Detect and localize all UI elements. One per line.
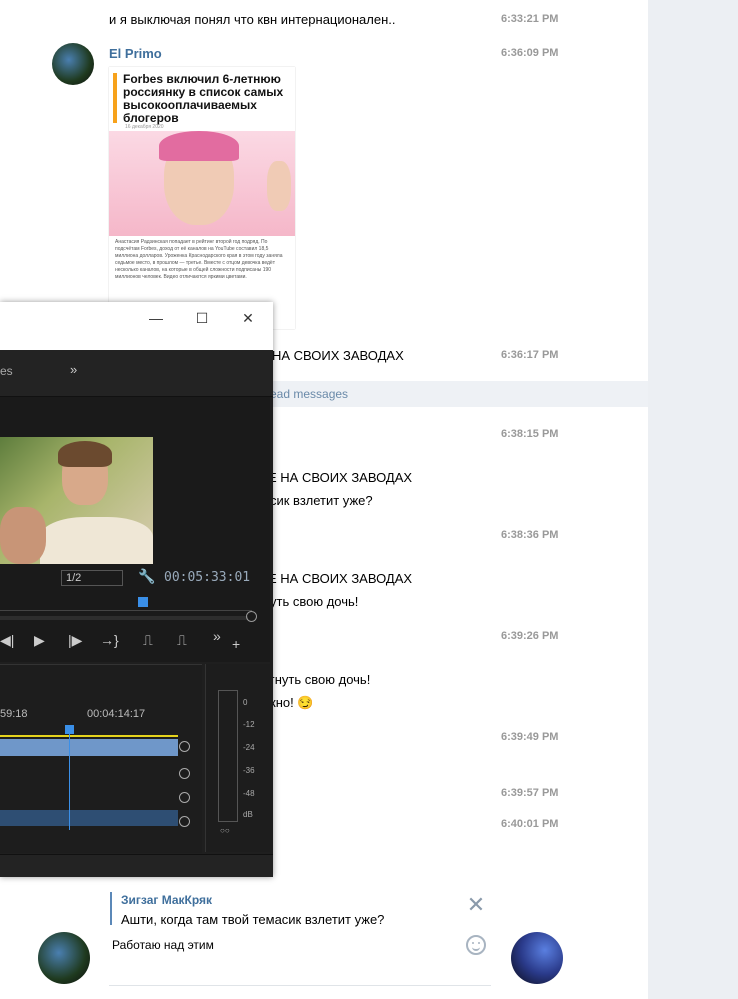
- side-panel: [648, 0, 738, 999]
- work-area-bar[interactable]: [0, 735, 178, 737]
- unread-label: ead messages: [270, 387, 349, 401]
- message-time: 6:39:26 PM: [501, 630, 559, 642]
- cancel-reply-icon[interactable]: ✕: [466, 894, 486, 916]
- sender-name[interactable]: El Primo: [109, 46, 162, 61]
- play-icon[interactable]: ▶: [34, 632, 45, 649]
- timecode: 00:05:33:01: [164, 570, 251, 585]
- db-label: dB: [243, 810, 253, 819]
- db-label: -48: [243, 789, 255, 798]
- scroll-handle[interactable]: [246, 611, 257, 622]
- add-button-icon[interactable]: +: [232, 636, 240, 652]
- message-time: 6:39:57 PM: [501, 787, 559, 799]
- video-frame: [0, 437, 153, 564]
- card-body: Анастасия Радзинская попадает в рейтинг …: [115, 239, 283, 280]
- step-back-icon[interactable]: ◀|: [0, 632, 14, 649]
- message-time: 6:40:01 PM: [501, 818, 559, 830]
- my-avatar[interactable]: [38, 932, 90, 984]
- input-underline: [109, 985, 491, 986]
- audio-meter: [218, 690, 238, 822]
- maximize-icon[interactable]: ☐: [192, 308, 212, 328]
- smirk-emoji-icon: 😏: [297, 695, 314, 710]
- accent-bar: [113, 73, 117, 123]
- message-text-part: кно!: [270, 695, 294, 710]
- message-time: 6:36:09 PM: [501, 47, 559, 59]
- timeline-time: 00:04:14:17: [87, 708, 146, 720]
- track-knob[interactable]: [179, 792, 190, 803]
- audio-clip[interactable]: [0, 810, 178, 826]
- zoom-scrollbar[interactable]: [0, 616, 248, 620]
- db-label: 0: [243, 698, 248, 707]
- lift-icon[interactable]: ⎍: [143, 632, 153, 649]
- playhead-icon[interactable]: [138, 597, 148, 607]
- zoom-select[interactable]: 1/2: [61, 570, 123, 586]
- message-text: уть свою дочь!: [270, 594, 359, 609]
- program-monitor: [0, 397, 270, 662]
- step-forward-icon[interactable]: |▶: [68, 632, 82, 649]
- message-text: сик взлетит уже?: [270, 493, 373, 508]
- message-text: кно! 😏: [270, 695, 314, 711]
- message-text: Е НА СВОИХ ЗАВОДАХ: [268, 470, 413, 485]
- tab-label[interactable]: es: [0, 364, 13, 378]
- db-label: -12: [243, 720, 255, 729]
- message-text: Е НА СВОИХ ЗАВОДАХ: [268, 571, 413, 586]
- message-text: гнуть свою дочь!: [270, 672, 371, 687]
- message-text: и я выключая понял что квн интернационал…: [109, 12, 396, 27]
- video-editor-window[interactable]: — ☐ ✕ es » 1/2 🔧 00:05:33:01 ◀| ▶ |▶ →} …: [0, 302, 273, 877]
- peer-avatar[interactable]: [511, 932, 563, 984]
- card-headline: Forbes включил 6-летнюю россиянку в спис…: [123, 72, 284, 125]
- emoji-icon[interactable]: [466, 935, 486, 955]
- message-time: 6:38:36 PM: [501, 529, 559, 541]
- timeline-time: 59:18: [0, 708, 28, 720]
- card-photo: [109, 131, 295, 236]
- video-clip[interactable]: [0, 739, 178, 756]
- message-time: 6:33:21 PM: [501, 13, 559, 25]
- forwarded-image[interactable]: Forbes включил 6-летнюю россиянку в спис…: [109, 67, 295, 329]
- settings-wrench-icon[interactable]: 🔧: [138, 568, 155, 585]
- reply-preview: Ашти, когда там твой темасик взлетит уже…: [121, 912, 385, 927]
- window-titlebar[interactable]: — ☐ ✕: [0, 302, 273, 350]
- reply-sender: Зигзаг МакКряк: [121, 893, 213, 907]
- timeline-playhead-line: [69, 730, 70, 830]
- track-knob[interactable]: [179, 816, 190, 827]
- card-date: 16 декабря 2020: [125, 124, 164, 130]
- message-time: 6:38:15 PM: [501, 428, 559, 440]
- minimize-icon[interactable]: —: [146, 308, 166, 328]
- go-to-out-icon[interactable]: →}: [100, 632, 119, 648]
- message-input[interactable]: Работаю над этим: [112, 938, 214, 952]
- more-tabs-icon[interactable]: »: [70, 362, 77, 377]
- reply-accent: [110, 892, 112, 925]
- message-time: 6:39:49 PM: [501, 731, 559, 743]
- message-time: 6:36:17 PM: [501, 349, 559, 361]
- message-text: НА СВОИХ ЗАВОДАХ: [272, 348, 404, 363]
- avatar[interactable]: [52, 43, 94, 85]
- meter-solo-icons[interactable]: ○○: [220, 826, 230, 835]
- track-knob[interactable]: [179, 768, 190, 779]
- db-label: -36: [243, 766, 255, 775]
- track-knob[interactable]: [179, 741, 190, 752]
- panel-tabs: es »: [0, 350, 273, 397]
- editor-footer: [0, 854, 273, 877]
- close-window-icon[interactable]: ✕: [238, 308, 258, 328]
- db-label: -24: [243, 743, 255, 752]
- monitor-ruler[interactable]: [0, 602, 252, 611]
- more-controls-icon[interactable]: »: [213, 628, 221, 644]
- extract-icon[interactable]: ⎍: [177, 632, 187, 649]
